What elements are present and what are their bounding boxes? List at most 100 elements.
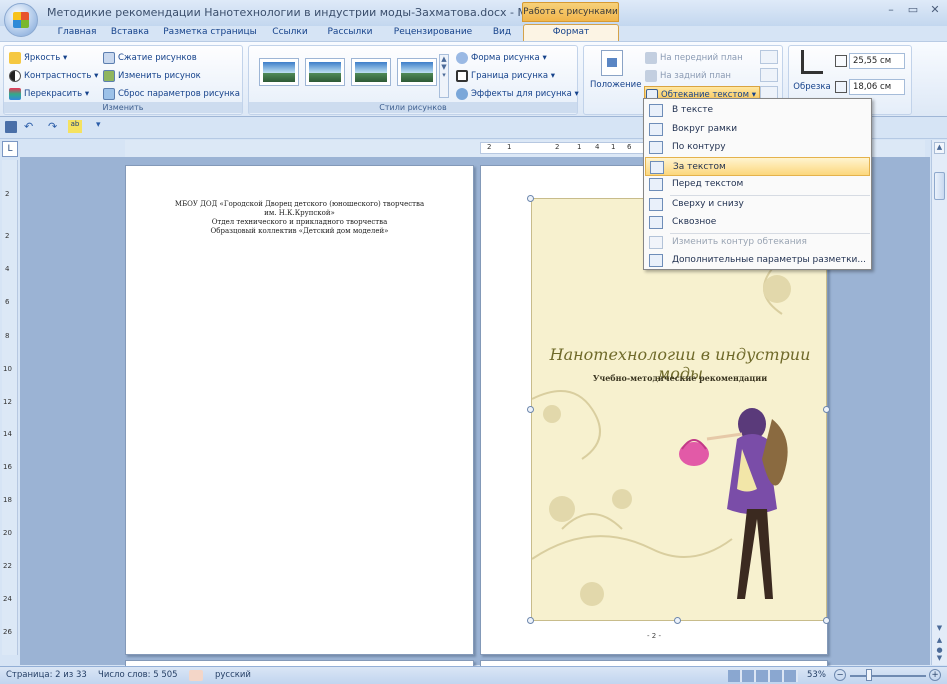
browse-object-icon[interactable]: ● xyxy=(934,646,945,654)
shape-icon xyxy=(456,52,468,64)
tab-review[interactable]: Рецензирование xyxy=(388,25,478,42)
position-icon xyxy=(601,50,623,76)
zoom-out-icon[interactable]: − xyxy=(834,669,846,681)
change-picture-button[interactable]: Изменить рисунок xyxy=(102,68,201,84)
ruler-tick: 6 xyxy=(627,143,632,151)
width-field[interactable]: 18,06 см xyxy=(849,79,905,95)
tab-selector[interactable]: L xyxy=(2,141,18,157)
zoom-slider[interactable] xyxy=(850,675,926,677)
wrap-top-bottom-option[interactable]: Сверху и снизу xyxy=(645,195,870,214)
picture-style-3[interactable] xyxy=(351,58,391,86)
wrap-square-option[interactable]: Вокруг рамки xyxy=(645,120,870,139)
tab-insert[interactable]: Вставка xyxy=(104,25,156,42)
height-field[interactable]: 25,55 см xyxy=(849,53,905,69)
vertical-scrollbar[interactable]: ▲ ▼ ▲ ● ▼ xyxy=(931,140,947,665)
effects-icon xyxy=(456,88,468,100)
picture-border-button[interactable]: Граница рисунка ▾ xyxy=(455,68,555,84)
prev-page-icon[interactable]: ▲ xyxy=(934,636,945,646)
wrap-tight-option[interactable]: По контуру xyxy=(645,138,870,157)
ruler-tick: 1 xyxy=(577,143,582,151)
crop-icon xyxy=(801,50,823,74)
minimize-button[interactable]: – xyxy=(880,3,902,19)
tab-home[interactable]: Главная xyxy=(52,25,102,42)
scroll-thumb[interactable] xyxy=(934,172,945,200)
office-logo-icon xyxy=(13,12,29,28)
resize-handle[interactable] xyxy=(527,195,534,202)
border-icon xyxy=(456,70,468,82)
resize-handle[interactable] xyxy=(527,406,534,413)
scroll-up-arrow[interactable]: ▲ xyxy=(934,142,945,154)
word-count[interactable]: Число слов: 5 505 xyxy=(98,670,178,680)
close-button[interactable]: ✕ xyxy=(924,3,946,19)
height-icon xyxy=(835,55,847,67)
restore-button[interactable]: ▭ xyxy=(902,3,924,19)
group-picture-styles: ▲ ▼ ▾ Форма рисунка ▾ Граница рисунка ▾ Эф… xyxy=(248,45,579,115)
tab-references[interactable]: Ссылки xyxy=(268,25,312,42)
picture-style-2[interactable] xyxy=(305,58,345,86)
save-icon[interactable] xyxy=(5,121,17,133)
tab-view[interactable]: Вид xyxy=(482,25,522,42)
group-icon[interactable] xyxy=(760,68,778,82)
compress-pictures-button[interactable]: Сжатие рисунков xyxy=(102,50,197,66)
brightness-button[interactable]: Яркость ▾ xyxy=(8,50,67,66)
wrap-inline-icon xyxy=(649,104,663,117)
sun-icon xyxy=(9,52,21,64)
ruler-tick: 22 xyxy=(3,562,12,570)
wrap-behind-text-option[interactable]: За текстом xyxy=(645,157,870,176)
ruler-tick: 16 xyxy=(3,463,12,471)
tab-mailings[interactable]: Рассылки xyxy=(320,25,380,42)
language-indicator[interactable]: русский xyxy=(215,670,251,680)
zoom-slider-thumb[interactable] xyxy=(866,669,872,681)
ruler-tick: 2 xyxy=(555,143,560,151)
group-adjust-label: Изменить xyxy=(4,102,242,113)
align-icon[interactable] xyxy=(760,50,778,64)
zoom-in-icon[interactable]: + xyxy=(929,669,941,681)
ruler-tick: 4 xyxy=(595,143,600,151)
view-buttons[interactable] xyxy=(728,670,798,682)
zoom-level[interactable]: 53% xyxy=(807,670,826,680)
send-to-back-button[interactable]: На задний план xyxy=(644,68,731,84)
resize-handle[interactable] xyxy=(674,617,681,624)
contrast-button[interactable]: Контрастность ▾ xyxy=(8,68,98,84)
wrap-square-icon xyxy=(649,123,663,136)
window-title: Методикие рекомендации Нанотехнологии в … xyxy=(47,6,582,19)
office-button[interactable] xyxy=(4,3,38,37)
wrap-in-front-option[interactable]: Перед текстом xyxy=(645,175,870,194)
redo-icon[interactable]: ↷ xyxy=(48,120,57,133)
resize-handle[interactable] xyxy=(823,617,830,624)
styles-gallery-scroll[interactable]: ▲ ▼ ▾ xyxy=(439,54,449,98)
scroll-down-arrow[interactable]: ▼ xyxy=(934,624,945,634)
edit-wrap-points-option[interactable]: Изменить контур обтекания xyxy=(645,233,870,252)
position-button[interactable]: Положение xyxy=(590,50,641,100)
picture-shape-button[interactable]: Форма рисунка ▾ xyxy=(455,50,547,66)
next-page-icon[interactable]: ▼ xyxy=(934,654,945,664)
ruler-tick: 2 xyxy=(5,232,10,240)
picture-style-1[interactable] xyxy=(259,58,299,86)
contrast-icon xyxy=(9,70,21,82)
undo-icon[interactable]: ↶ xyxy=(24,120,33,133)
layout-options-icon xyxy=(649,254,663,267)
tab-page-layout[interactable]: Разметка страницы xyxy=(160,25,260,42)
more-layout-options[interactable]: Дополнительные параметры разметки... xyxy=(645,251,870,270)
page-1[interactable]: МБОУ ДОД «Городской Дворец детского (юно… xyxy=(125,165,474,655)
ribbon-tabs: Главная Вставка Разметка страницы Ссылки… xyxy=(0,22,947,43)
reset-picture-button[interactable]: Сброс параметров рисунка xyxy=(102,86,240,102)
picture-style-4[interactable] xyxy=(397,58,437,86)
resize-handle[interactable] xyxy=(823,406,830,413)
customize-qat-icon[interactable]: ▾ xyxy=(96,120,101,130)
page1-line: Образцовый коллектив «Детский дом моделе… xyxy=(210,227,389,235)
crop-button[interactable]: Обрезка xyxy=(793,50,831,100)
recolor-button[interactable]: Перекрасить ▾ xyxy=(8,86,89,102)
ruler-tick: 2 xyxy=(487,143,492,151)
status-bar: Страница: 2 из 33 Число слов: 5 505 русс… xyxy=(0,666,947,684)
spelling-icon[interactable]: ab xyxy=(68,120,82,133)
page-indicator[interactable]: Страница: 2 из 33 xyxy=(6,670,87,680)
picture-effects-button[interactable]: Эффекты для рисунка ▾ xyxy=(455,86,579,102)
vertical-ruler[interactable]: 2 2 4 6 8 10 12 14 16 18 20 22 24 26 xyxy=(2,160,18,655)
proofing-icon[interactable] xyxy=(189,670,203,681)
wrap-through-option[interactable]: Сквозное xyxy=(645,213,870,232)
bring-to-front-button[interactable]: На передний план xyxy=(644,50,743,66)
wrap-inline-option[interactable]: В тексте xyxy=(645,101,870,120)
ruler-tick: 18 xyxy=(3,496,12,504)
resize-handle[interactable] xyxy=(527,617,534,624)
